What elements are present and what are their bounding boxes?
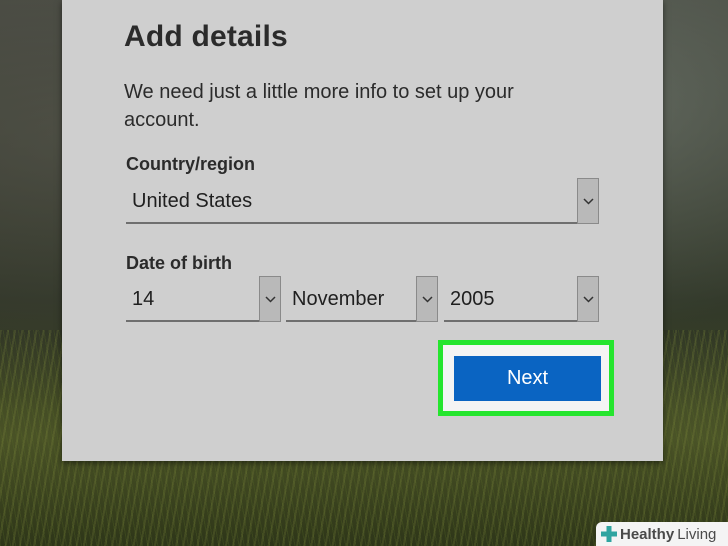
birth-day-value: 14 bbox=[132, 288, 155, 310]
chevron-down-icon[interactable] bbox=[577, 178, 599, 224]
chevron-down-icon[interactable] bbox=[416, 276, 438, 322]
birth-month-select[interactable]: November bbox=[286, 276, 438, 322]
birth-year-select[interactable]: 2005 bbox=[444, 276, 599, 322]
birth-day-select[interactable]: 14 bbox=[126, 276, 281, 322]
chevron-down-icon[interactable] bbox=[577, 276, 599, 322]
add-details-dialog: Add details We need just a little more i… bbox=[62, 0, 663, 461]
dialog-title: Add details bbox=[124, 20, 288, 53]
healthy-living-watermark: Healthy Living bbox=[596, 522, 728, 546]
birth-month-value: November bbox=[292, 288, 385, 310]
dialog-intro-text: We need just a little more info to set u… bbox=[124, 81, 514, 131]
chevron-down-icon[interactable] bbox=[259, 276, 281, 322]
birth-year-value: 2005 bbox=[450, 288, 495, 310]
next-button[interactable]: Next bbox=[454, 356, 601, 401]
medical-cross-icon bbox=[601, 526, 617, 542]
date-of-birth-label: Date of birth bbox=[126, 253, 232, 273]
country-region-label: Country/region bbox=[126, 154, 255, 174]
watermark-brand-healthy: Healthy bbox=[620, 525, 675, 543]
country-region-value: United States bbox=[132, 190, 253, 212]
watermark-brand-living: Living bbox=[677, 525, 717, 543]
country-region-select[interactable]: United States bbox=[126, 178, 599, 224]
